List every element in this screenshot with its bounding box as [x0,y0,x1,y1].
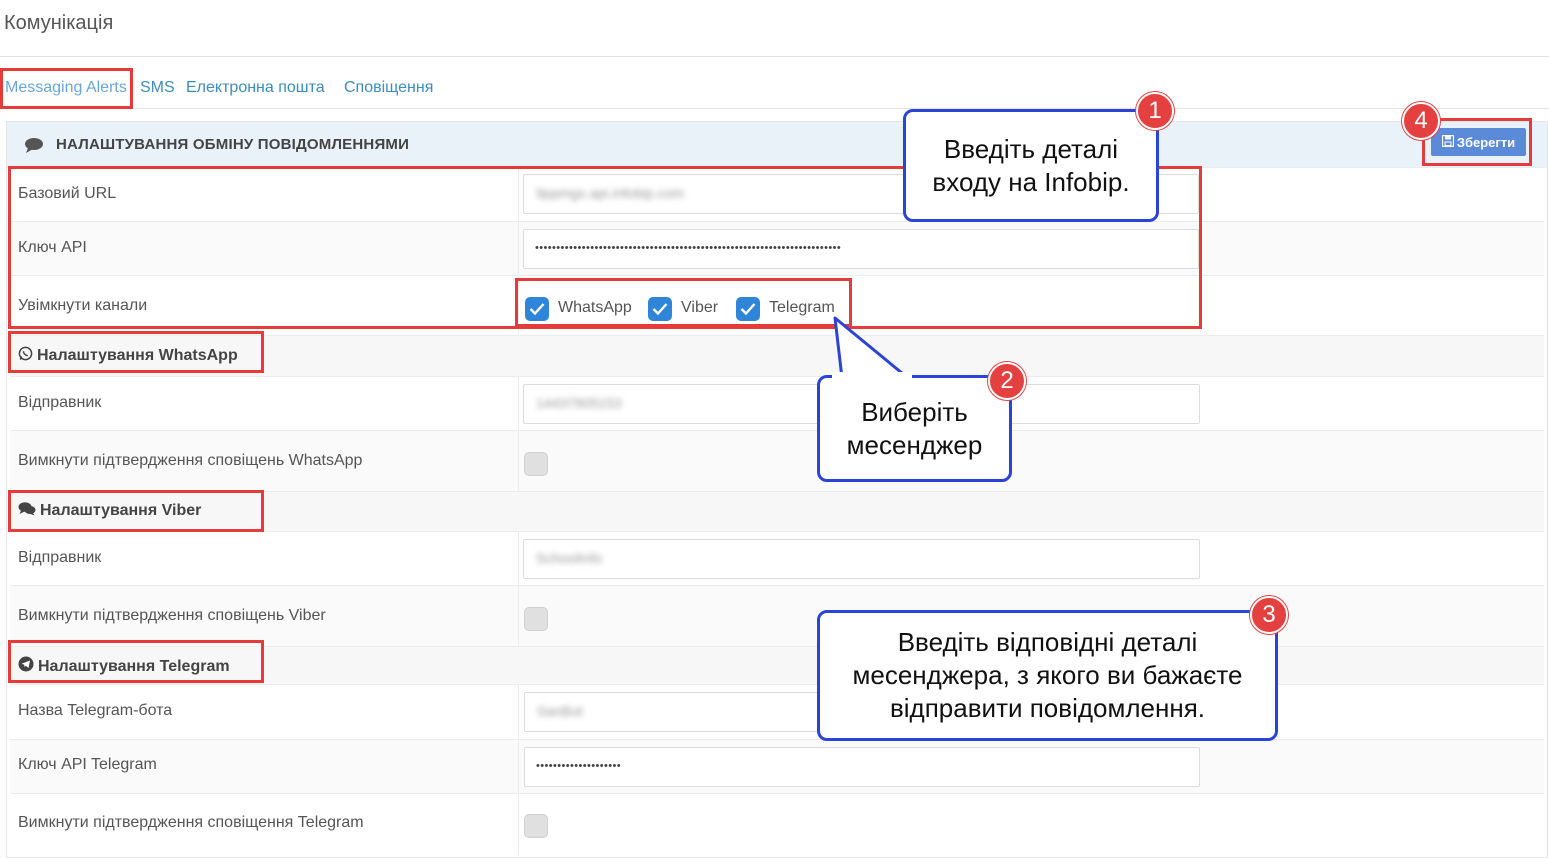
save-button-label: Зберегти [1456,134,1516,150]
channels-cell [518,276,519,335]
tab-notifications[interactable]: Сповіщення [344,79,433,97]
step-badge-2: 2 [988,362,1026,400]
whatsapp-disable-label: Вимкнути підтвердження сповіщень WhatsAp… [18,452,363,469]
callout-3-line2: месенджера, з якого ви бажаєте [852,660,1243,690]
whatsapp-channel-checkbox[interactable] [525,297,549,321]
telegram-disable-checkbox[interactable] [524,814,548,838]
tabs-divider [0,108,1549,109]
telegram-disable-row: Вимкнути підтвердження сповіщення Telegr… [10,793,1544,855]
panel-title: НАЛАШТУВАННЯ ОБМІНУ ПОВІДОМЛЕННЯМИ [56,136,410,153]
telegram-api-key-value: •••••••••••••••••••• [536,760,622,772]
viber-section-title-wrap: Налаштування Viber [18,501,201,521]
comments-icon [18,501,36,521]
viber-disable-label: Вимкнути підтвердження сповіщень Viber [18,607,326,624]
whatsapp-icon [18,346,33,366]
whatsapp-sender-row: Відправник 14437905153 [10,376,1544,430]
callout-1-line1: Введіть деталі [943,133,1119,164]
telegram-api-key-label: Ключ API Telegram [18,756,157,773]
viber-channel-checkbox[interactable] [648,297,672,321]
base-url-cell [518,168,519,221]
whatsapp-sender-cell [518,377,519,430]
telegram-bot-row: Назва Telegram-бота SanBot [10,684,1544,739]
tab-email[interactable]: Електронна пошта [186,79,325,97]
viber-section-header: Налаштування Viber [10,491,1544,531]
callout-2-line1: Виберіть [861,396,968,427]
title-divider [0,56,1549,57]
tab-sms[interactable]: SMS [140,79,175,97]
viber-sender-value: SchoolInfo [536,550,603,566]
whatsapp-section-title: Налаштування WhatsApp [37,347,238,364]
telegram-section-title: Налаштування Telegram [38,657,230,675]
callout-2-joint [832,372,912,378]
api-key-cell [518,222,519,275]
whatsapp-channel-label[interactable]: WhatsApp [558,299,632,317]
telegram-api-key-row: Ключ API Telegram •••••••••••••••••••• [10,739,1544,793]
floppy-disk-icon [1441,134,1454,150]
viber-sender-label: Відправник [18,549,102,566]
telegram-channel-checkbox[interactable] [736,297,760,321]
telegram-section-title-wrap: Налаштування Telegram [18,656,230,677]
telegram-disable-cell [518,794,519,855]
step-badge-1: 1 [1136,92,1174,130]
whatsapp-sender-label: Відправник [18,394,102,411]
whatsapp-disable-row: Вимкнути підтвердження сповіщень WhatsAp… [10,430,1544,491]
base-url-label: Базовий URL [18,185,117,202]
telegram-disable-label: Вимкнути підтвердження сповіщення Telegr… [18,814,364,831]
step-badge-4: 4 [1402,102,1440,140]
api-key-input[interactable]: ••••••••••••••••••••••••••••••••••••••••… [523,229,1199,269]
whatsapp-sender-value: 14437905153 [536,395,622,411]
panel-header: НАЛАШТУВАННЯ ОБМІНУ ПОВІДОМЛЕННЯМИ Збере… [7,122,1547,168]
base-url-value: 9ppmgx.api.infobip.com [536,185,684,201]
api-key-value: ••••••••••••••••••••••••••••••••••••••••… [535,242,842,254]
comment-icon [24,137,44,158]
callout-1: Введіть деталі входу на Infobip. [903,109,1159,222]
callout-1-line2: входу на Infobip. [932,166,1130,197]
callout-3-line1: Введіть відповідні деталі [897,627,1198,657]
whatsapp-disable-cell [518,431,519,491]
callout-2: Виберіть месенджер [817,375,1012,482]
telegram-section-header: Налаштування Telegram [10,646,1544,684]
viber-disable-checkbox[interactable] [524,607,548,631]
callout-3-line3: відправити повідомлення. [889,693,1206,723]
base-url-row: Базовий URL 9ppmgx.api.infobip.com [10,167,1544,221]
callout-3: Введіть відповідні деталі месенджера, з … [817,610,1278,741]
api-key-label: Ключ API [18,239,87,256]
telegram-bot-value: SanBot [537,703,583,719]
callout-2-line2: месенджер [846,429,983,460]
viber-section-title: Налаштування Viber [40,502,202,519]
whatsapp-section-title-wrap: Налаштування WhatsApp [18,346,238,366]
telegram-icon [18,656,34,677]
viber-sender-row: Відправник SchoolInfo [10,531,1544,585]
telegram-api-key-cell [518,740,519,793]
viber-channel-label[interactable]: Viber [681,299,718,317]
step-badge-3: 3 [1250,596,1288,634]
viber-disable-cell [518,586,519,646]
channels-row: Увімкнути канали WhatsApp Viber Telegram [10,275,1544,335]
telegram-api-key-input[interactable]: •••••••••••••••••••• [524,747,1200,787]
telegram-bot-cell [518,685,519,739]
channels-label: Увімкнути канали [18,297,148,314]
whatsapp-section-header: Налаштування WhatsApp [10,335,1544,376]
api-key-row: Ключ API •••••••••••••••••••••••••••••••… [10,221,1544,275]
page-title: Комунікація [4,12,114,34]
viber-sender-cell [518,532,519,585]
tab-messaging-alerts[interactable]: Messaging Alerts [5,79,127,97]
telegram-bot-label: Назва Telegram-бота [18,702,173,719]
save-button[interactable]: Зберегти [1431,128,1526,156]
viber-sender-input[interactable]: SchoolInfo [523,539,1200,579]
whatsapp-disable-checkbox[interactable] [524,452,548,476]
viber-disable-row: Вимкнути підтвердження сповіщень Viber [10,585,1544,646]
